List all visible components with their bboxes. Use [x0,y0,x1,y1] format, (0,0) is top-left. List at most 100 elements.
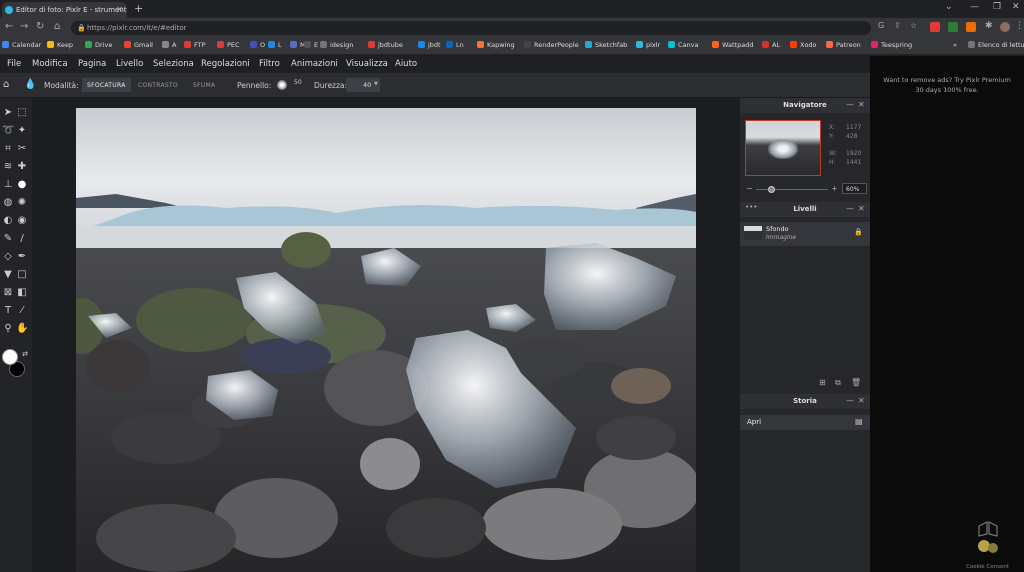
zoom-slider-handle[interactable] [767,186,775,193]
menu-pagina[interactable]: Pagina [78,59,106,69]
arrange-tool-icon[interactable]: ➤ [2,107,14,119]
menu-regolazioni[interactable]: Regolazioni [201,59,250,69]
bookmark-item[interactable]: Canva [668,41,698,49]
duplicate-layer-icon[interactable]: ⧉ [835,378,841,388]
home-icon[interactable]: ⌂ [54,21,60,32]
profile-avatar[interactable] [1000,22,1010,32]
bookmark-item[interactable]: Kapwing [477,41,515,49]
bookmark-item[interactable]: PEC [217,41,240,49]
bookmark-item[interactable]: AL [762,41,780,49]
share-icon[interactable]: ⇪ [894,21,901,30]
ad-text[interactable]: Want to remove ads? Try Pixlr Premium 30… [870,75,1024,95]
bookmark-item[interactable]: Sketchfab [585,41,627,49]
image-tool-icon[interactable]: ⊠ [2,287,14,299]
forward-arrow-icon[interactable]: → [20,21,28,32]
maximize-button[interactable]: ❐ [993,2,1001,12]
bookmark-item[interactable]: RenderPeople [524,41,579,49]
menu-filtro[interactable]: Filtro [259,59,280,69]
menu-file[interactable]: File [7,59,21,69]
sponge-tool-icon[interactable]: ◍ [2,197,14,209]
extensions-puzzle-icon[interactable]: ✱ [985,21,993,31]
bookmark-item[interactable]: Xodo [790,41,817,49]
mode-contrasto-button[interactable]: CONTRASTO [133,78,183,92]
bookmark-item[interactable]: idesign [320,41,353,49]
extension-green-icon[interactable] [948,22,958,32]
reading-list-button[interactable]: Elenco di lettura [968,41,1024,49]
back-arrow-icon[interactable]: ← [5,21,13,32]
layers-more-icon[interactable]: ••• [745,203,757,211]
layer-item[interactable]: Sfondo Immagine 🔒 [740,222,870,246]
zoom-out-icon[interactable]: − [746,184,753,193]
bookmark-item[interactable]: Teespring [871,41,912,49]
address-bar[interactable]: 🔒 https://pixlr.com/it/e/#editor [71,21,871,35]
clone-stamp-tool-icon[interactable]: ⊥ [2,179,14,191]
extension-red-icon[interactable] [930,22,940,32]
lasso-tool-icon[interactable]: ➰ [2,125,14,137]
bookmark-item[interactable]: Patreon [826,41,861,49]
bookmark-item[interactable]: A [162,41,176,49]
bookmark-item[interactable]: O [250,41,265,49]
cookie-consent-logo-icon[interactable] [975,520,1001,558]
marquee-select-tool-icon[interactable]: ⬚ [16,107,28,119]
navigator-collapse-icon[interactable]: — [846,100,854,109]
magic-wand-tool-icon[interactable]: ✦ [16,125,28,137]
bookmarks-overflow-icon[interactable]: » [953,41,957,49]
zoom-slider[interactable] [756,189,828,190]
primary-color-swatch[interactable] [2,349,18,365]
layer-lock-icon[interactable]: 🔒 [854,228,863,236]
eraser-tool-icon[interactable]: ◇ [2,251,14,263]
history-close-icon[interactable]: ✕ [858,396,865,405]
new-tab-button[interactable]: + [134,2,143,15]
blur-tool-icon[interactable]: ● [16,179,28,191]
bookmark-item[interactable]: Calendar [2,41,41,49]
extension-orange-icon[interactable] [966,22,976,32]
layers-close-icon[interactable]: ✕ [858,204,865,213]
dodge-tool-icon[interactable]: ✺ [16,197,28,209]
delete-layer-icon[interactable]: 🗑 [851,378,861,387]
hardness-select[interactable]: 40 ▼ [346,78,380,92]
bookmark-item[interactable]: L [268,41,282,49]
history-collapse-icon[interactable]: — [846,396,854,405]
bookmark-item[interactable]: E [304,41,318,49]
menu-modifica[interactable]: Modifica [32,59,68,69]
bookmark-item[interactable]: FTP [184,41,206,49]
bookmark-item[interactable]: Wattpadd [712,41,753,49]
close-tab-icon[interactable]: ✕ [116,5,123,14]
shape-tool-icon[interactable]: □ [16,269,28,281]
cutout-tool-icon[interactable]: ✂ [16,143,28,155]
swap-colors-icon[interactable]: ⇄ [19,348,31,360]
layers-collapse-icon[interactable]: — [846,204,854,213]
navigator-thumbnail[interactable] [745,120,821,176]
gradient-tool-icon[interactable]: ◧ [16,287,28,299]
menu-seleziona[interactable]: Seleziona [153,59,194,69]
reload-icon[interactable]: ↻ [36,21,44,32]
mode-sfuma-button[interactable]: SFUMA [188,78,220,92]
minimize-button[interactable]: — [970,2,979,12]
bookmark-item[interactable]: Ln [446,41,464,49]
pen-tool-icon[interactable]: ✒ [16,251,28,263]
menu-livello[interactable]: Livello [116,59,143,69]
zoom-in-icon[interactable]: + [831,184,838,193]
image-canvas[interactable] [76,108,696,572]
close-window-button[interactable]: ✕ [1012,2,1020,12]
bookmark-item[interactable]: Drive [85,41,112,49]
fill-bucket-tool-icon[interactable]: ▼ [2,269,14,281]
menu-animazioni[interactable]: Animazioni [291,59,338,69]
google-icon[interactable]: G [878,21,884,30]
history-item[interactable]: Apri ▤ [740,415,870,430]
brush-tool-icon[interactable]: / [16,233,28,245]
browser-menu-icon[interactable]: ⋮ [1015,21,1024,31]
home-icon[interactable]: ⌂ [3,79,9,90]
liquify-tool-icon[interactable]: ≋ [2,161,14,173]
zoom-tool-icon[interactable]: ⚲ [2,323,14,335]
tab-search-icon[interactable]: ⌄ [945,2,953,12]
crop-tool-icon[interactable]: ⌗ [2,143,14,155]
brush-preview-icon[interactable] [277,80,287,90]
bookmark-item[interactable]: jbdt [418,41,441,49]
navigator-close-icon[interactable]: ✕ [858,100,865,109]
bookmark-item[interactable]: jbdtube [368,41,403,49]
browser-tab[interactable]: Editor di foto: Pixlr E - strumenti... ✕ [2,2,127,18]
menu-aiuto[interactable]: Aiuto [395,59,417,69]
text-tool-icon[interactable]: T [2,305,14,317]
bookmark-item[interactable]: pixlr [636,41,660,49]
